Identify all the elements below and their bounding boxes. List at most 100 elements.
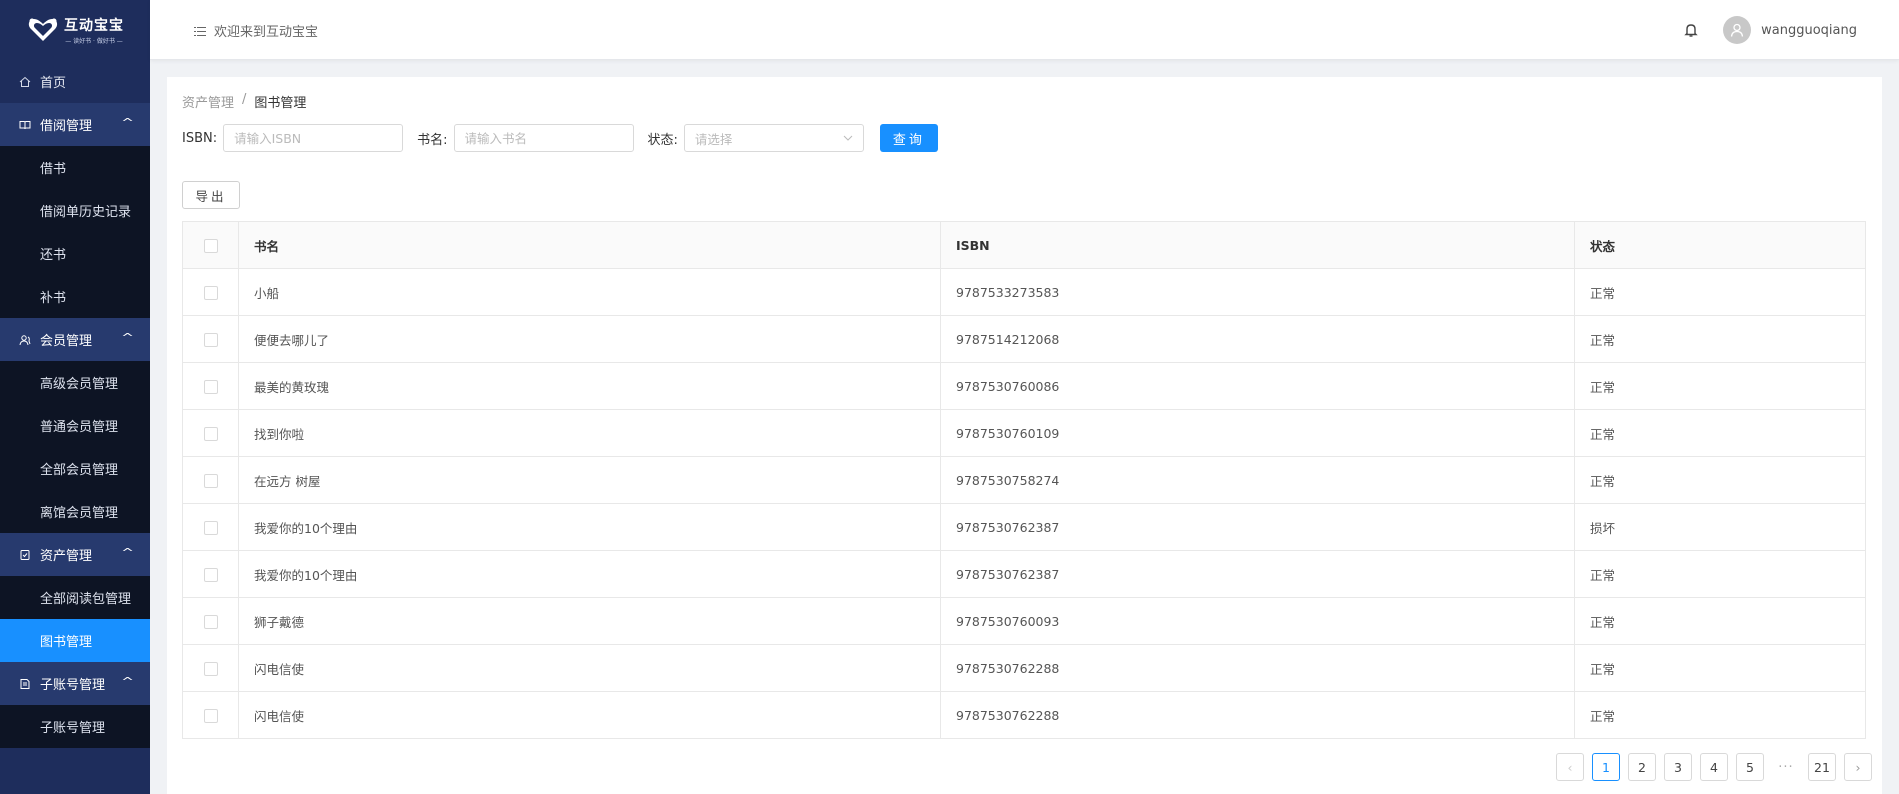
select-all-checkbox[interactable] xyxy=(203,238,218,253)
sidebar-item-borrow-history[interactable]: 借阅单历史记录 xyxy=(0,189,150,232)
row-checkbox[interactable] xyxy=(203,614,218,629)
avatar[interactable] xyxy=(1723,16,1752,44)
prev-page-button[interactable]: ‹ xyxy=(1556,753,1584,781)
breadcrumb: 资产管理 / 图书管理 xyxy=(182,92,306,111)
table-row: 闪电信使 9787530762288 正常 xyxy=(182,644,1866,692)
isbn-label: ISBN: xyxy=(182,130,218,146)
chevron-up-icon: ^ xyxy=(120,546,134,559)
book-name-input[interactable] xyxy=(453,124,634,152)
table-row: 闪电信使 9787530762288 正常 xyxy=(182,691,1866,739)
page-button-4[interactable]: 4 xyxy=(1700,753,1728,781)
row-checkbox[interactable] xyxy=(203,661,218,676)
page-button-5[interactable]: 5 xyxy=(1736,753,1764,781)
sidebar-item-premium-members[interactable]: 高级会员管理 xyxy=(0,361,150,404)
breadcrumb-separator: / xyxy=(242,92,247,107)
row-checkbox[interactable] xyxy=(203,520,218,535)
next-page-button[interactable]: › xyxy=(1844,753,1872,781)
page-button-3[interactable]: 3 xyxy=(1664,753,1692,781)
chevron-up-icon: ^ xyxy=(120,331,134,344)
sidebar-item-home[interactable]: 首页 xyxy=(0,60,150,103)
sidebar-group-label: 会员管理 xyxy=(40,334,93,349)
cell-isbn: 9787514212068 xyxy=(940,315,1575,363)
cell-isbn: 9787533273583 xyxy=(940,268,1575,316)
cell-isbn: 9787530760086 xyxy=(940,362,1575,410)
cell-name: 在远方 树屋 xyxy=(238,456,941,504)
cell-name: 便便去哪儿了 xyxy=(238,315,941,363)
sidebar-item-reading-packs[interactable]: 全部阅读包管理 xyxy=(0,576,150,619)
breadcrumb-item-assets[interactable]: 资产管理 xyxy=(182,92,234,111)
cell-status: 正常 xyxy=(1574,456,1866,504)
cell-status: 正常 xyxy=(1574,315,1866,363)
row-checkbox[interactable] xyxy=(203,473,218,488)
column-header-name: 书名 xyxy=(238,221,941,269)
sidebar-item-replace-book[interactable]: 补书 xyxy=(0,275,150,318)
bell-icon[interactable] xyxy=(1683,22,1699,38)
table-row: 找到你啦 9787530760109 正常 xyxy=(182,409,1866,457)
column-header-isbn: ISBN xyxy=(940,221,1575,269)
submenu-assets: 全部阅读包管理 图书管理 xyxy=(0,576,150,662)
sidebar-item-label: 首页 xyxy=(40,76,67,91)
logo-heart-icon xyxy=(28,18,58,41)
books-table: 书名 ISBN 状态 小船 9787533273583 正常 便便去哪儿了 97875… xyxy=(182,221,1866,739)
cell-isbn: 9787530762288 xyxy=(940,691,1575,739)
page-button-last[interactable]: 21 xyxy=(1808,753,1836,781)
cell-status: 正常 xyxy=(1574,644,1866,692)
cell-name: 狮子戴德 xyxy=(238,597,941,645)
users-icon xyxy=(18,334,32,346)
welcome-area: 欢迎来到互动宝宝 xyxy=(194,21,318,40)
logo[interactable]: 互动宝宝 — 读好书 · 做好书 — xyxy=(0,0,150,60)
top-header: 欢迎来到互动宝宝 wangguoqiang xyxy=(150,0,1899,60)
cell-status: 正常 xyxy=(1574,268,1866,316)
cell-status: 正常 xyxy=(1574,409,1866,457)
table-row: 最美的黄玫瑰 9787530760086 正常 xyxy=(182,362,1866,410)
isbn-input[interactable] xyxy=(223,124,404,152)
chevron-up-icon: ^ xyxy=(120,675,134,688)
sidebar-group-borrow[interactable]: 借阅管理 ^ xyxy=(0,103,150,146)
row-checkbox[interactable] xyxy=(203,426,218,441)
submenu-subaccounts: 子账号管理 xyxy=(0,705,150,748)
cell-isbn: 9787530758274 xyxy=(940,456,1575,504)
sidebar-item-return-book[interactable]: 还书 xyxy=(0,232,150,275)
sidebar-item-all-members[interactable]: 全部会员管理 xyxy=(0,447,150,490)
sidebar-item-subaccount-management[interactable]: 子账号管理 xyxy=(0,705,150,748)
user-icon xyxy=(1730,23,1744,37)
menu-toggle-icon[interactable] xyxy=(194,26,206,36)
sidebar-group-members[interactable]: 会员管理 ^ xyxy=(0,318,150,361)
sidebar-item-borrow-book[interactable]: 借书 xyxy=(0,146,150,189)
cell-name: 我爱你的10个理由 xyxy=(238,503,941,551)
breadcrumb-item-current: 图书管理 xyxy=(254,96,307,111)
query-button[interactable]: 查询 xyxy=(879,124,938,152)
sidebar-group-label: 子账号管理 xyxy=(40,678,106,693)
sidebar-item-departed-members[interactable]: 离馆会员管理 xyxy=(0,490,150,533)
column-header-status: 状态 xyxy=(1574,221,1866,269)
table-row: 狮子戴德 9787530760093 正常 xyxy=(182,597,1866,645)
status-label: 状态: xyxy=(647,132,678,148)
welcome-text: 欢迎来到互动宝宝 xyxy=(214,25,319,40)
row-checkbox[interactable] xyxy=(203,285,218,300)
username[interactable]: wangguoqiang xyxy=(1761,23,1857,38)
row-checkbox[interactable] xyxy=(203,332,218,347)
page-button-2[interactable]: 2 xyxy=(1628,753,1656,781)
sidebar-group-label: 借阅管理 xyxy=(40,119,93,134)
account-icon xyxy=(18,678,32,690)
row-checkbox[interactable] xyxy=(203,708,218,723)
cell-name: 最美的黄玫瑰 xyxy=(238,362,941,410)
page-button-1[interactable]: 1 xyxy=(1592,753,1620,781)
sidebar-item-regular-members[interactable]: 普通会员管理 xyxy=(0,404,150,447)
export-button[interactable]: 导出 xyxy=(182,181,240,209)
pagination-ellipsis[interactable]: ··· xyxy=(1772,753,1800,781)
table-row: 我爱你的10个理由 9787530762387 正常 xyxy=(182,550,1866,598)
sidebar-item-book-management[interactable]: 图书管理 xyxy=(0,619,150,662)
row-checkbox[interactable] xyxy=(203,567,218,582)
status-select[interactable]: 请选择 xyxy=(683,124,864,152)
table-row: 在远方 树屋 9787530758274 正常 xyxy=(182,456,1866,504)
sidebar-group-assets[interactable]: 资产管理 ^ xyxy=(0,533,150,576)
logo-title: 互动宝宝 xyxy=(64,18,124,34)
name-label: 书名: xyxy=(417,132,448,148)
sidebar-group-subaccounts[interactable]: 子账号管理 ^ xyxy=(0,662,150,705)
row-checkbox[interactable] xyxy=(203,379,218,394)
asset-icon xyxy=(18,549,32,561)
table-row: 我爱你的10个理由 9787530762387 损坏 xyxy=(182,503,1866,551)
chevron-down-icon xyxy=(843,135,853,141)
cell-isbn: 9787530762387 xyxy=(940,503,1575,551)
